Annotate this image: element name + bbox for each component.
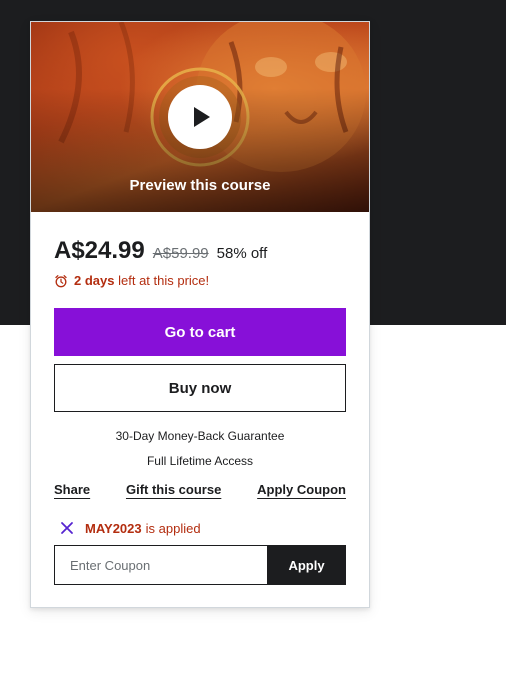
applied-coupon: MAY2023 is applied [54, 519, 201, 537]
play-button[interactable] [168, 85, 232, 149]
money-back-guarantee: 30-Day Money-Back Guarantee [115, 429, 285, 443]
buy-now-button[interactable]: Buy now [54, 364, 346, 412]
close-icon[interactable] [58, 519, 76, 537]
timer-days: 2 days [74, 273, 115, 288]
course-preview[interactable]: Preview this course [31, 22, 369, 212]
discount-percentage: 58% off [216, 245, 268, 262]
play-icon [194, 107, 210, 127]
preview-label[interactable]: Preview this course [31, 177, 369, 194]
original-price: A$59.99 [152, 245, 209, 262]
alarm-clock-icon [55, 274, 67, 287]
price-row: A$24.99 A$59.99 58% off [54, 237, 267, 265]
share-link[interactable]: Share [54, 482, 90, 497]
apply-coupon-link[interactable]: Apply Coupon [257, 482, 346, 497]
timer-text: left at this price! [118, 273, 210, 288]
purchase-card: Preview this course A$24.99 A$59.99 58% … [30, 21, 370, 608]
coupon-input[interactable] [54, 545, 267, 585]
coupon-applied-text: is applied [145, 520, 201, 536]
go-to-cart-button[interactable]: Go to cart [54, 308, 346, 356]
apply-coupon-button[interactable]: Apply [267, 545, 346, 585]
course-links: Share Gift this course Apply Coupon [54, 482, 346, 497]
current-price: A$24.99 [54, 237, 145, 264]
lifetime-access: Full Lifetime Access [146, 454, 254, 468]
coupon-code: MAY2023 [85, 520, 142, 536]
price-timer: 2 days left at this price! [54, 273, 209, 288]
gift-course-link[interactable]: Gift this course [126, 482, 221, 497]
